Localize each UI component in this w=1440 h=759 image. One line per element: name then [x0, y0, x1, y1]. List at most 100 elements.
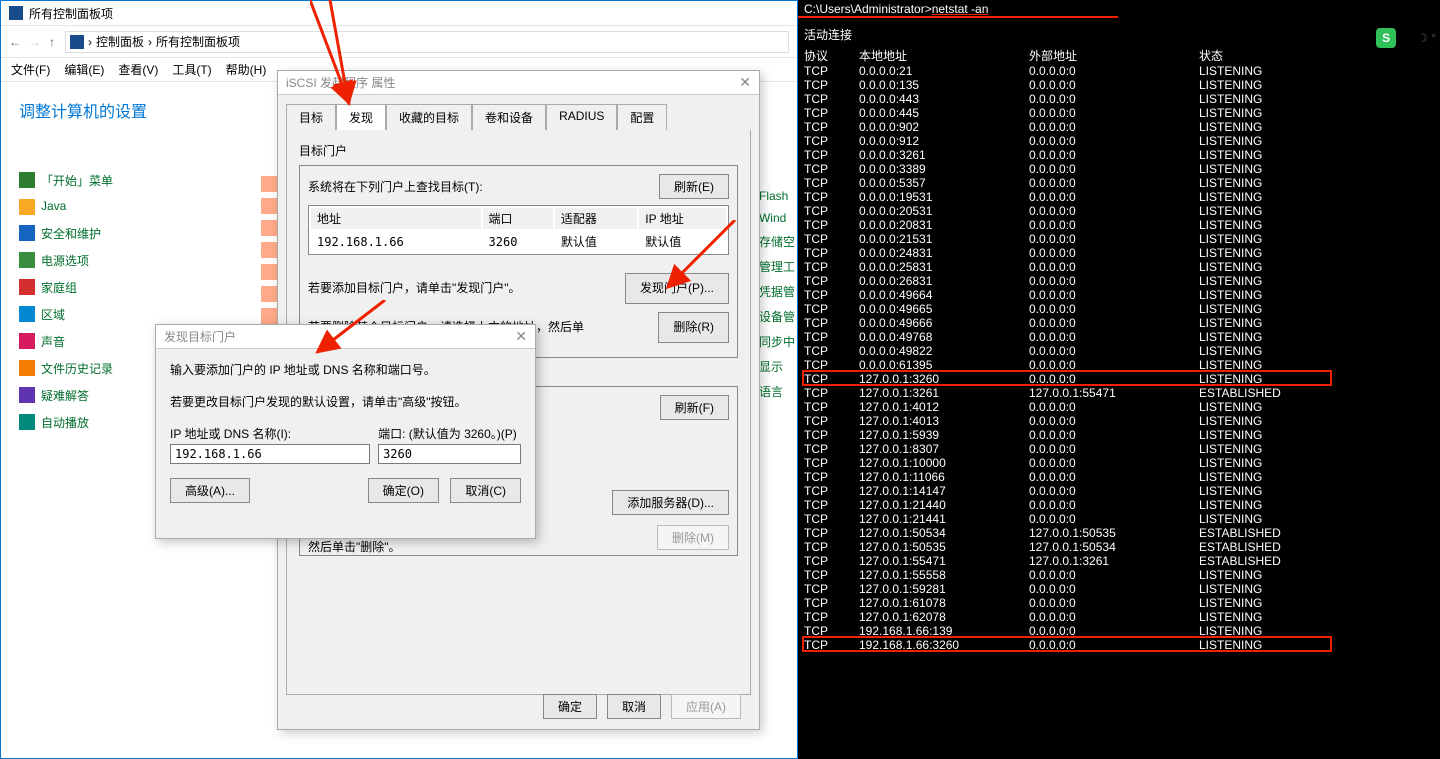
cp-item-icon: [19, 333, 35, 349]
cp-item-icon: [261, 264, 277, 280]
netstat-row: TCP127.0.0.1:55471127.0.0.1:3261ESTABLIS…: [804, 554, 1319, 568]
sidebar-item-label: Java: [41, 199, 66, 215]
sidebar-item[interactable]: 家庭组: [19, 279, 261, 296]
nav-up-icon[interactable]: ↑: [49, 35, 55, 49]
cp-item-icon: [19, 360, 35, 376]
window-title-bar: 所有控制面板项: [1, 1, 797, 26]
col-header: 协议: [804, 47, 859, 64]
sidebar-item-label: 凭据管: [759, 283, 795, 300]
portal-table[interactable]: 地址端口适配器IP 地址 192.168.1.663260默认值默认值: [308, 205, 729, 255]
netstat-row: TCP0.0.0.0:496640.0.0.0:0LISTENING: [804, 288, 1319, 302]
discover-portal-dialog: 发现目标门户 ✕ 输入要添加门户的 IP 地址或 DNS 名称和端口号。 若要更…: [155, 324, 536, 539]
netstat-row: TCP127.0.0.1:214400.0.0.0:0LISTENING: [804, 498, 1319, 512]
tab-3[interactable]: 卷和设备: [472, 104, 546, 131]
menu-file[interactable]: 文件(F): [11, 61, 50, 78]
menu-edit[interactable]: 编辑(E): [64, 61, 104, 78]
sidebar-item-label: 文件历史记录: [41, 360, 113, 377]
sidebar-item-label: 电源选项: [41, 252, 89, 269]
sidebar-item[interactable]: 区域: [19, 306, 261, 323]
tab-2[interactable]: 收藏的目标: [386, 104, 472, 131]
netstat-row: TCP0.0.0.0:258310.0.0.0:0LISTENING: [804, 260, 1319, 274]
sidebar-item-label: 同步中: [759, 333, 795, 350]
discover-portal-button[interactable]: 发现门户(P)...: [625, 273, 729, 304]
netstat-row: TCP127.0.0.1:592810.0.0.0:0LISTENING: [804, 582, 1319, 596]
cp-item-icon: [19, 252, 35, 268]
port-input[interactable]: [378, 444, 521, 464]
menu-tools[interactable]: 工具(T): [172, 61, 211, 78]
netstat-row: TCP127.0.0.1:610780.0.0.0:0LISTENING: [804, 596, 1319, 610]
netstat-row: TCP127.0.0.1:32600.0.0.0:0LISTENING: [804, 372, 1319, 386]
col-header: 外部地址: [1029, 47, 1199, 64]
dialog-title-bar: iSCSI 发起程序 属性 ✕: [278, 71, 759, 95]
ip-label: IP 地址或 DNS 名称(I):: [170, 425, 370, 442]
dialog-title: 发现目标门户: [164, 328, 236, 345]
sidebar-item-label: 疑难解答: [41, 387, 89, 404]
tab-5[interactable]: 配置: [617, 104, 667, 131]
ip-input[interactable]: [170, 444, 370, 464]
netstat-row: TCP0.0.0.0:9120.0.0.0:0LISTENING: [804, 134, 1319, 148]
nav-buttons: ← → ↑: [9, 35, 55, 49]
cp-item-icon: [261, 220, 277, 236]
group-label: 目标门户: [299, 142, 738, 159]
ime-indicator[interactable]: S 五 ☽ °: [1376, 28, 1436, 48]
sidebar-item[interactable]: Java: [19, 199, 261, 215]
add-server-button[interactable]: 添加服务器(D)...: [612, 490, 729, 515]
sidebar-item-label: Wind: [759, 211, 786, 225]
netstat-row: TCP0.0.0.0:1350.0.0.0:0LISTENING: [804, 78, 1319, 92]
sidebar-item-label: 管理工: [759, 258, 795, 275]
delete-button[interactable]: 删除(R): [658, 312, 729, 343]
netstat-row: TCP0.0.0.0:9020.0.0.0:0LISTENING: [804, 120, 1319, 134]
cancel-button[interactable]: 取消(C): [450, 478, 521, 503]
refresh-button[interactable]: 刷新(E): [659, 174, 729, 199]
apply-button: 应用(A): [671, 694, 741, 719]
cell: 192.168.1.66: [311, 231, 481, 252]
moon-icon: ☽ °: [1417, 31, 1436, 45]
sidebar-item[interactable]: 安全和维护: [19, 225, 261, 242]
tab-4[interactable]: RADIUS: [546, 104, 617, 131]
breadcrumb-item[interactable]: 控制面板: [96, 33, 144, 50]
menu-view[interactable]: 查看(V): [118, 61, 158, 78]
cell: 3260: [483, 231, 553, 252]
sidebar-item-label: 语言: [759, 383, 783, 400]
cell: 默认值: [555, 231, 637, 252]
tab-0[interactable]: 目标: [286, 104, 336, 131]
refresh-button[interactable]: 刷新(F): [660, 395, 729, 420]
netstat-row: TCP0.0.0.0:268310.0.0.0:0LISTENING: [804, 274, 1319, 288]
netstat-row: TCP0.0.0.0:208310.0.0.0:0LISTENING: [804, 218, 1319, 232]
netstat-row: TCP0.0.0.0:53570.0.0.0:0LISTENING: [804, 176, 1319, 190]
sidebar-item-label: 设备管: [759, 308, 795, 325]
netstat-row: TCP0.0.0.0:248310.0.0.0:0LISTENING: [804, 246, 1319, 260]
cp-item-icon: [19, 387, 35, 403]
ok-button[interactable]: 确定(O): [368, 478, 439, 503]
dialog-title-bar: 发现目标门户 ✕: [156, 325, 535, 349]
cell: 默认值: [639, 231, 726, 252]
netstat-row: TCP192.168.1.66:32600.0.0.0:0LISTENING: [804, 638, 1319, 652]
netstat-row: TCP127.0.0.1:40120.0.0.0:0LISTENING: [804, 400, 1319, 414]
sidebar-item[interactable]: 电源选项: [19, 252, 261, 269]
nav-back-icon[interactable]: ←: [9, 35, 21, 49]
section-header: 活动连接: [804, 26, 1440, 43]
sidebar-item-label: 存储空: [759, 233, 795, 250]
breadcrumb[interactable]: › 控制面板 › 所有控制面板项: [65, 31, 789, 53]
tab-strip: 目标发现收藏的目标卷和设备RADIUS配置: [278, 95, 759, 130]
sidebar-item[interactable]: 「开始」菜单: [19, 172, 261, 189]
advanced-button[interactable]: 高级(A)...: [170, 478, 250, 503]
netstat-row: TCP192.168.1.66:1390.0.0.0:0LISTENING: [804, 624, 1319, 638]
netstat-row: TCP127.0.0.1:83070.0.0.0:0LISTENING: [804, 442, 1319, 456]
close-icon[interactable]: ✕: [515, 328, 527, 345]
sidebar-item-label: 声音: [41, 333, 65, 350]
nav-forward-icon[interactable]: →: [29, 35, 41, 49]
cp-item-icon: [261, 242, 277, 258]
ok-button[interactable]: 确定: [543, 694, 597, 719]
close-icon[interactable]: ✕: [739, 74, 751, 91]
menu-help[interactable]: 帮助(H): [226, 61, 267, 78]
cp-item-icon: [19, 225, 35, 241]
cancel-button[interactable]: 取消: [607, 694, 661, 719]
netstat-row: TCP0.0.0.0:210.0.0.0:0LISTENING: [804, 64, 1319, 78]
netstat-row: TCP0.0.0.0:33890.0.0.0:0LISTENING: [804, 162, 1319, 176]
cmd-terminal: C:\Users\Administrator>netstat -an 活动连接 …: [798, 0, 1440, 759]
breadcrumb-item[interactable]: 所有控制面板项: [156, 33, 240, 50]
sidebar-item-label: 「开始」菜单: [41, 172, 113, 189]
tab-1[interactable]: 发现: [336, 104, 386, 131]
sidebar-item-label: 区域: [41, 306, 65, 323]
